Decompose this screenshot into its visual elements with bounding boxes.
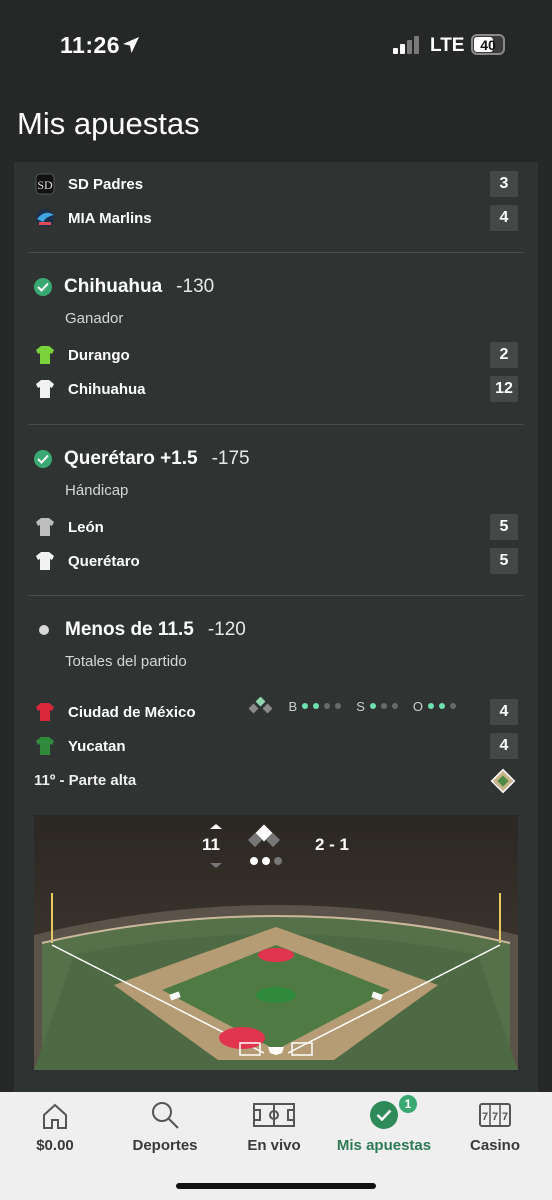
field-inning: 11: [202, 835, 220, 854]
home-indicator: [176, 1183, 376, 1189]
status-time: 11:26: [60, 32, 121, 58]
team-row: Ciudad de México B S O 4: [34, 697, 518, 727]
outs-label: O: [412, 698, 423, 714]
home-icon: [43, 1103, 67, 1129]
team-name: León: [68, 518, 104, 536]
batter-icon: [219, 1027, 265, 1049]
team-name: Yucatan: [68, 737, 126, 755]
page-title: Mis apuestas: [17, 106, 200, 141]
tab-casino[interactable]: 777 Casino: [455, 1092, 535, 1172]
padres-logo-icon: SD: [34, 173, 56, 195]
tab-label: Deportes: [132, 1137, 198, 1154]
divider: [28, 595, 524, 596]
check-icon: [34, 278, 52, 296]
jersey-icon: [34, 550, 56, 572]
team-score: 4: [490, 699, 518, 725]
marlins-logo-icon: [34, 207, 56, 229]
team-row: SD SD Padres 3: [34, 169, 518, 199]
team-name: SD Padres: [68, 175, 144, 193]
selection-label: Menos de 11.5: [65, 619, 194, 640]
team-row: León 5: [34, 512, 518, 542]
market-label: Totales del partido: [65, 653, 187, 670]
market-label: Hándicap: [65, 482, 129, 499]
jersey-icon: [34, 516, 56, 538]
jersey-icon: [34, 378, 56, 400]
field-count: 2 - 1: [315, 835, 350, 854]
team-score: 4: [490, 205, 518, 231]
bet-selection[interactable]: Chihuahua -130: [34, 276, 214, 298]
pending-dot-icon: [39, 625, 49, 635]
team-score: 12: [490, 376, 518, 402]
balls-label: B: [288, 698, 298, 714]
tab-live[interactable]: En vivo: [234, 1092, 314, 1172]
field-icon: [253, 1103, 295, 1127]
jersey-icon: [34, 344, 56, 366]
team-name: Ciudad de México: [68, 703, 196, 721]
search-icon: [152, 1102, 179, 1129]
battery-icon: 40: [471, 34, 505, 55]
team-score: 3: [490, 171, 518, 197]
pitcher-mound-icon: [256, 987, 296, 1003]
tab-my-bets[interactable]: 1 Mis apuestas: [334, 1092, 434, 1172]
svg-text:7: 7: [492, 1111, 498, 1123]
team-name: MIA Marlins: [68, 209, 152, 227]
runner-second-icon: [258, 948, 294, 962]
team-row: Chihuahua 12: [34, 374, 518, 404]
field-toggle-icon[interactable]: [490, 768, 516, 794]
team-score: 5: [490, 548, 518, 574]
tab-label: En vivo: [247, 1137, 301, 1154]
slots-icon: 777: [479, 1103, 511, 1127]
market-label: Ganador: [65, 310, 124, 327]
team-name: Chihuahua: [68, 380, 146, 398]
inning-label: 11º - Parte alta: [34, 772, 137, 789]
baseball-field: [34, 815, 518, 1070]
bet-selection[interactable]: Querétaro +1.5 -175: [34, 448, 250, 470]
selection-label: Chihuahua: [64, 276, 163, 297]
tab-sports[interactable]: Deportes: [122, 1092, 208, 1172]
selection-odds: -175: [211, 448, 250, 469]
live-field-visual[interactable]: 11 2 - 1: [34, 815, 518, 1070]
notification-badge: 1: [399, 1095, 417, 1113]
tab-label: Casino: [469, 1137, 520, 1154]
team-row: Yucatan 4: [34, 731, 518, 761]
bet-selection[interactable]: Menos de 11.5 -120: [34, 619, 246, 641]
check-icon: [370, 1101, 398, 1129]
selection-label: Querétaro +1.5: [64, 448, 198, 469]
tab-home[interactable]: $0.00: [15, 1092, 95, 1172]
tab-label: Mis apuestas: [336, 1137, 432, 1154]
svg-text:7: 7: [502, 1111, 508, 1123]
svg-text:SD: SD: [37, 178, 53, 192]
team-score: 4: [490, 733, 518, 759]
bets-panel: SD SD Padres 3 MIA Marlins 4 Chihuahua -…: [14, 162, 538, 1092]
strikes-label: S: [356, 698, 365, 714]
tab-label: $0.00: [36, 1137, 74, 1154]
bases-icon: [248, 697, 272, 714]
jersey-icon: [34, 735, 56, 757]
location-arrow-icon: [123, 37, 139, 53]
network-label: LTE: [430, 35, 465, 56]
svg-text:7: 7: [482, 1111, 488, 1123]
team-row: MIA Marlins 4: [34, 203, 518, 233]
divider: [28, 252, 524, 253]
count-indicator: B S O: [248, 697, 456, 715]
signal-icon: [393, 36, 419, 54]
team-row: Durango 2: [34, 340, 518, 370]
jersey-icon: [34, 701, 56, 723]
battery-level: 40: [480, 37, 496, 53]
team-score: 2: [490, 342, 518, 368]
selection-odds: -120: [207, 619, 246, 640]
check-icon: [34, 450, 52, 468]
team-name: Querétaro: [68, 552, 140, 570]
selection-odds: -130: [176, 276, 215, 297]
team-row: Querétaro 5: [34, 546, 518, 576]
team-name: Durango: [68, 346, 130, 364]
team-score: 5: [490, 514, 518, 540]
status-bar: 11:26 LTE 40: [0, 0, 552, 92]
divider: [28, 424, 524, 425]
